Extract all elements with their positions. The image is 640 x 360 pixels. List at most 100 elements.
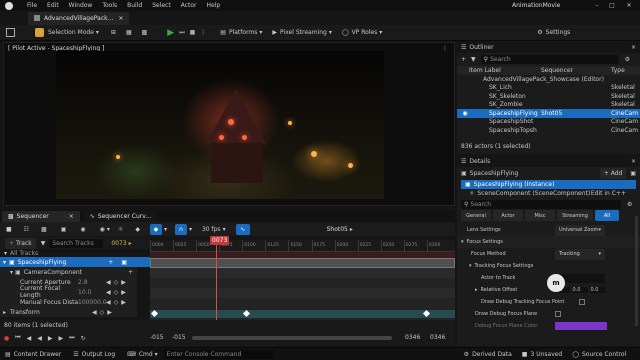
- add-track-button[interactable]: + Track: [5, 237, 36, 249]
- shot-menu-icon[interactable]: ▸: [350, 226, 353, 233]
- select-menu[interactable]: Select: [152, 2, 171, 9]
- column-sequencer[interactable]: Sequencer: [541, 67, 611, 74]
- track-row-cameracomponent[interactable]: ▾ ▣ CameraComponent +: [0, 267, 137, 277]
- outliner-row[interactable]: SpaceshipTopsh CineCam: [457, 126, 640, 135]
- vp-roles-button[interactable]: VP Roles: [352, 29, 378, 36]
- column-type[interactable]: Type: [611, 67, 625, 74]
- fps-dropdown[interactable]: 30 fps: [202, 226, 221, 233]
- checkbox[interactable]: [579, 299, 585, 305]
- close-icon[interactable]: ×: [631, 158, 636, 165]
- output-log-button[interactable]: Output Log: [82, 351, 115, 358]
- lens-settings-dropdown[interactable]: Universal Zoom ▾: [555, 224, 605, 236]
- selection-mode-dropdown[interactable]: Selection Mode: [48, 29, 94, 36]
- expand-icon[interactable]: ▸: [475, 287, 478, 293]
- edit-in-cpp-link[interactable]: Edit in C++: [591, 190, 626, 197]
- track-lane[interactable]: [150, 288, 455, 298]
- derived-data-button[interactable]: Derived Data: [472, 351, 512, 358]
- color-swatch[interactable]: [555, 322, 607, 330]
- offset-z-field[interactable]: 0.0: [589, 287, 606, 293]
- prop-draw-debug-focus-plane[interactable]: Draw Debug Focus Plane: [457, 308, 640, 320]
- close-icon[interactable]: ✕: [624, 1, 634, 10]
- outliner-row[interactable]: ◉ SpaceshipFlying Shot05 CineCam: [457, 109, 640, 118]
- shot-section-bar[interactable]: [150, 258, 455, 268]
- add-key-icon[interactable]: ◇: [114, 279, 119, 286]
- frame-options-icon[interactable]: ▸: [129, 240, 132, 247]
- expand-icon[interactable]: ▾: [10, 269, 13, 276]
- next-key-icon[interactable]: ▶: [107, 309, 112, 316]
- render-icon[interactable]: ◉: [80, 226, 85, 233]
- prop-debug-focus-plane-color[interactable]: Debug Focus Plane Color: [457, 320, 640, 332]
- play-options-icon[interactable]: ⋮: [200, 29, 206, 36]
- gear-icon[interactable]: ⚙: [627, 201, 632, 208]
- content-drawer-button[interactable]: Content Drawer: [14, 351, 62, 358]
- lock-icon[interactable]: ▣: [121, 259, 127, 266]
- magnet-icon[interactable]: ∩: [174, 223, 187, 235]
- snap-icon[interactable]: ◆: [149, 223, 162, 235]
- find-icon[interactable]: ☷: [24, 226, 29, 233]
- visibility-icon[interactable]: ◉: [461, 110, 469, 117]
- play-reverse-icon[interactable]: ◀: [37, 335, 42, 342]
- curve-editor-icon[interactable]: ∿: [235, 223, 250, 235]
- camera-icon[interactable]: ▣: [61, 226, 67, 233]
- track-lane[interactable]: [150, 268, 455, 278]
- track-value[interactable]: 10.0: [78, 289, 106, 296]
- expand-icon[interactable]: ▾: [461, 239, 464, 245]
- outliner-row[interactable]: SpaceshipShot CineCam: [457, 118, 640, 127]
- prev-key-icon[interactable]: ◀: [92, 309, 97, 316]
- transform-lane[interactable]: [150, 310, 455, 318]
- track-row-focus-distance[interactable]: Manual Focus Distance 100000.0 ◀ ◇ ▶: [0, 297, 137, 307]
- stop-icon[interactable]: ■: [190, 29, 196, 36]
- record-icon[interactable]: ●: [4, 335, 9, 342]
- add-icon[interactable]: +: [128, 269, 133, 276]
- expand-icon[interactable]: ▾: [469, 263, 472, 269]
- next-key-icon[interactable]: ▶: [121, 279, 126, 286]
- checkbox[interactable]: [555, 311, 561, 317]
- add-content-icon[interactable]: ⊞: [111, 29, 116, 36]
- filter-icon[interactable]: ▼: [471, 56, 476, 63]
- cinematics-icon[interactable]: ▩: [142, 29, 148, 36]
- prop-lens-settings[interactable]: Lens Settings Universal Zoom ▾: [457, 224, 640, 236]
- close-tab-icon[interactable]: ×: [118, 15, 123, 22]
- file-menu[interactable]: File: [27, 2, 37, 9]
- filter-icon[interactable]: ▼: [41, 240, 46, 247]
- track-row-spaceship[interactable]: ▾ ▣ SpaceshipFlying + ▣: [0, 257, 150, 267]
- skip-icon[interactable]: ⏭: [179, 29, 184, 37]
- filter-tab-all[interactable]: All: [595, 210, 619, 221]
- actor-icon[interactable]: ▩: [41, 226, 47, 233]
- minimize-icon[interactable]: –: [592, 1, 602, 10]
- add-key-icon[interactable]: ◇: [114, 299, 119, 306]
- timeline-scrollbar[interactable]: [192, 336, 392, 340]
- track-search-input[interactable]: Search Tracks: [49, 238, 104, 248]
- build-menu[interactable]: Build: [127, 2, 142, 9]
- filter-tab-actor[interactable]: Actor: [493, 210, 523, 221]
- current-frame-field[interactable]: 0073: [111, 240, 126, 247]
- component-scene-row[interactable]: ⚛ SceneComponent (SceneComponent) Edit i…: [457, 189, 640, 198]
- range-end-b[interactable]: 0346: [430, 334, 445, 341]
- next-key-icon[interactable]: ▶: [121, 299, 126, 306]
- key-icon[interactable]: ◆: [135, 226, 140, 233]
- jump-end-icon[interactable]: ⏭: [69, 334, 74, 342]
- details-scrollbar[interactable]: [635, 216, 638, 326]
- track-value[interactable]: 100000.0: [78, 299, 107, 306]
- jump-start-icon[interactable]: ⏮: [15, 334, 20, 342]
- add-icon[interactable]: +: [108, 259, 113, 266]
- focus-method-dropdown[interactable]: Tracking ▾: [555, 248, 605, 260]
- maximize-icon[interactable]: □: [607, 1, 617, 10]
- platforms-button[interactable]: Platforms: [229, 29, 257, 36]
- expand-icon[interactable]: ▾: [3, 259, 6, 266]
- outliner-row[interactable]: AdvancedVillagePack_Showcase (Editor): [457, 75, 640, 84]
- prev-key-icon[interactable]: ◀: [106, 279, 111, 286]
- actor-menu[interactable]: Actor: [181, 2, 197, 9]
- offset-y-field[interactable]: 0.0: [571, 287, 588, 293]
- timeline-area[interactable]: 0000 0025 0050 0075 0100 0125 0150 0175 0200 0225…: [150, 236, 455, 320]
- details-search-input[interactable]: ⚲ Search: [461, 199, 621, 209]
- track-lane[interactable]: [150, 278, 455, 288]
- mode-icon[interactable]: [35, 28, 44, 37]
- track-row-focal-length[interactable]: Current Focal Length 10.0 ◀ ◇ ▶: [0, 285, 137, 299]
- eye-icon[interactable]: ◉: [100, 226, 105, 233]
- edit-menu[interactable]: Edit: [47, 2, 59, 9]
- range-end-a[interactable]: 0346: [405, 334, 420, 341]
- playhead-handle[interactable]: 0073: [210, 236, 230, 245]
- cmd-dropdown[interactable]: Cmd: [139, 351, 153, 358]
- track-row-transform[interactable]: ▸ Transform ◀ ◇ ▶: [0, 307, 137, 317]
